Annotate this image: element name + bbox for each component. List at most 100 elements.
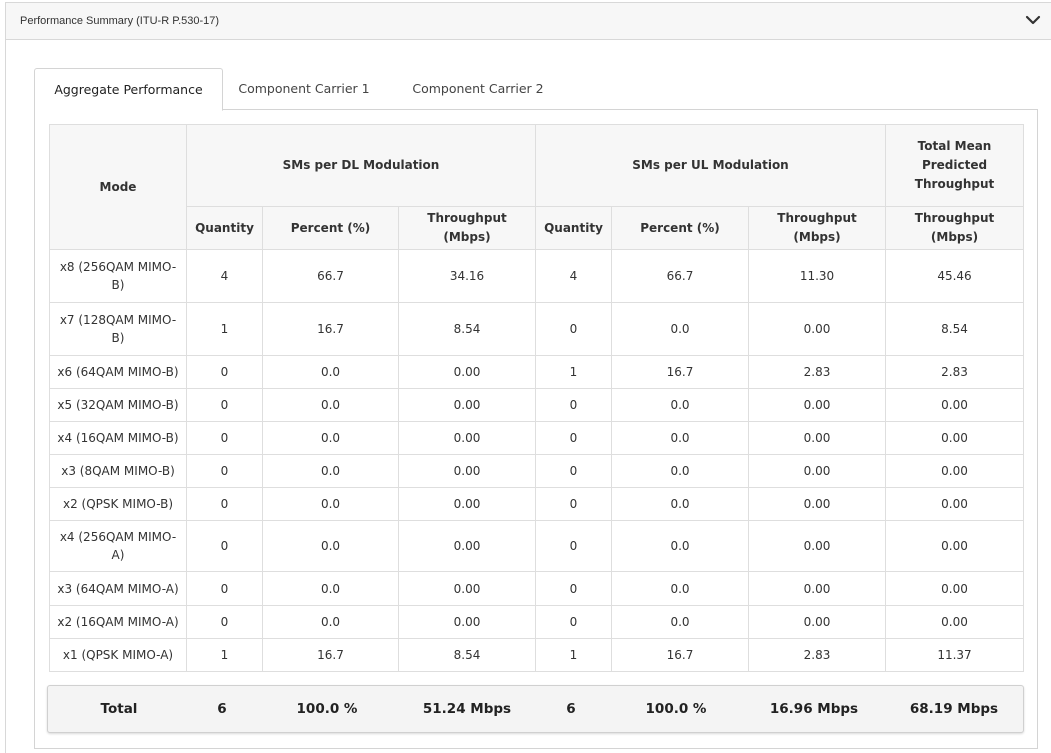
cell-ul-quantity: 0 xyxy=(535,487,612,521)
cell-dl-quantity: 0 xyxy=(186,487,263,521)
cell-dl-percent: 16.7 xyxy=(262,302,399,356)
tab-component-carrier-1[interactable]: Component Carrier 1 xyxy=(226,68,382,110)
cell-dl-throughput: 0.00 xyxy=(398,571,536,606)
cell-total-throughput: 0.00 xyxy=(885,454,1025,488)
totals-label: Total xyxy=(100,701,138,717)
cell-mode: x5 (32QAM MIMO-B) xyxy=(49,388,187,422)
chevron-down-icon[interactable] xyxy=(1025,14,1041,26)
cell-mode: x4 (16QAM MIMO-B) xyxy=(49,421,187,455)
cell-dl-percent: 66.7 xyxy=(262,249,399,303)
cell-ul-quantity: 0 xyxy=(535,605,612,639)
cell-ul-throughput: 2.83 xyxy=(747,355,887,389)
cell-dl-throughput: 0.00 xyxy=(398,421,536,455)
cell-ul-throughput: 0.00 xyxy=(747,388,887,422)
cell-dl-quantity: 0 xyxy=(186,520,263,572)
table-row: x5 (32QAM MIMO-B) 0 0.0 0.00 0 0.0 0.00 … xyxy=(49,388,1025,422)
cell-dl-throughput: 0.00 xyxy=(398,605,536,639)
cell-dl-throughput: 34.16 xyxy=(398,249,536,303)
cell-mode: x3 (64QAM MIMO-A) xyxy=(49,571,187,606)
cell-dl-percent: 0.0 xyxy=(262,605,399,639)
cell-dl-percent: 16.7 xyxy=(262,638,399,672)
cell-dl-quantity: 1 xyxy=(186,302,263,356)
cell-dl-throughput: 8.54 xyxy=(398,302,536,356)
table-row: x2 (QPSK MIMO-B) 0 0.0 0.00 0 0.0 0.00 0… xyxy=(49,487,1025,521)
cell-ul-quantity: 0 xyxy=(535,454,612,488)
cell-mode: x7 (128QAM MIMO-B) xyxy=(49,302,187,356)
totals-dl-quantity: 6 xyxy=(217,701,227,717)
cell-mode: x4 (256QAM MIMO-A) xyxy=(49,520,187,572)
totals-dl-percent: 100.0 % xyxy=(296,701,358,717)
header-ul-throughput: Throughput (Mbps) xyxy=(747,206,887,250)
table-row: x7 (128QAM MIMO-B) 1 16.7 8.54 0 0.0 0.0… xyxy=(49,302,1025,356)
cell-ul-percent: 0.0 xyxy=(611,487,749,521)
cell-total-throughput: 11.37 xyxy=(885,638,1025,672)
performance-table: Mode SMs per DL Modulation SMs per UL Mo… xyxy=(49,124,1025,672)
cell-total-throughput: 0.00 xyxy=(885,388,1025,422)
cell-dl-throughput: 0.00 xyxy=(398,487,536,521)
cell-dl-quantity: 0 xyxy=(186,571,263,606)
cell-ul-quantity: 1 xyxy=(535,638,612,672)
cell-ul-throughput: 0.00 xyxy=(747,571,887,606)
totals-total-throughput: 68.19 Mbps xyxy=(909,701,999,717)
cell-ul-quantity: 0 xyxy=(535,421,612,455)
table-row: x1 (QPSK MIMO-A) 1 16.7 8.54 1 16.7 2.83… xyxy=(49,638,1025,672)
cell-ul-percent: 0.0 xyxy=(611,520,749,572)
cell-total-throughput: 0.00 xyxy=(885,520,1025,572)
cell-dl-throughput: 0.00 xyxy=(398,520,536,572)
header-dl-throughput: Throughput (Mbps) xyxy=(398,206,536,250)
cell-mode: x6 (64QAM MIMO-B) xyxy=(49,355,187,389)
cell-ul-throughput: 0.00 xyxy=(747,454,887,488)
header-dl-group: SMs per DL Modulation xyxy=(186,124,536,207)
totals-bar: Total 6 100.0 % 51.24 Mbps 6 100.0 % 16.… xyxy=(47,685,1024,733)
header-dl-quantity: Quantity xyxy=(186,206,263,250)
table-row: x8 (256QAM MIMO-B) 4 66.7 34.16 4 66.7 1… xyxy=(49,249,1025,303)
cell-ul-throughput: 11.30 xyxy=(747,249,887,303)
cell-dl-percent: 0.0 xyxy=(262,355,399,389)
cell-ul-throughput: 0.00 xyxy=(747,421,887,455)
cell-ul-quantity: 0 xyxy=(535,571,612,606)
cell-dl-percent: 0.0 xyxy=(262,487,399,521)
header-ul-percent: Percent (%) xyxy=(611,206,749,250)
tab-component-carrier-2[interactable]: Component Carrier 2 xyxy=(400,68,556,110)
cell-mode: x2 (16QAM MIMO-A) xyxy=(49,605,187,639)
cell-total-throughput: 2.83 xyxy=(885,355,1025,389)
cell-ul-percent: 0.0 xyxy=(611,421,749,455)
cell-total-throughput: 0.00 xyxy=(885,571,1025,606)
table-row: x4 (256QAM MIMO-A) 0 0.0 0.00 0 0.0 0.00… xyxy=(49,520,1025,572)
header-total-group: Total Mean Predicted Throughput xyxy=(885,124,1025,207)
totals-ul-quantity: 6 xyxy=(566,701,576,717)
cell-dl-quantity: 0 xyxy=(186,605,263,639)
cell-dl-quantity: 0 xyxy=(186,355,263,389)
cell-dl-throughput: 0.00 xyxy=(398,388,536,422)
cell-mode: x8 (256QAM MIMO-B) xyxy=(49,249,187,303)
cell-ul-percent: 0.0 xyxy=(611,454,749,488)
header-ul-group: SMs per UL Modulation xyxy=(534,124,887,207)
cell-ul-quantity: 0 xyxy=(535,388,612,422)
tab-aggregate-performance[interactable]: Aggregate Performance xyxy=(34,68,223,111)
cell-total-throughput: 0.00 xyxy=(885,421,1025,455)
cell-mode: x3 (8QAM MIMO-B) xyxy=(49,454,187,488)
cell-ul-percent: 0.0 xyxy=(611,605,749,639)
cell-ul-percent: 0.0 xyxy=(611,302,749,356)
cell-total-throughput: 45.46 xyxy=(885,249,1025,303)
panel-header[interactable]: Performance Summary (ITU-R P.530-17) xyxy=(5,2,1051,40)
header-total-throughput: Throughput (Mbps) xyxy=(885,206,1025,250)
cell-ul-quantity: 4 xyxy=(535,249,612,303)
cell-mode: x2 (QPSK MIMO-B) xyxy=(49,487,187,521)
table-row: x6 (64QAM MIMO-B) 0 0.0 0.00 1 16.7 2.83… xyxy=(49,355,1025,389)
cell-ul-quantity: 0 xyxy=(535,520,612,572)
cell-dl-percent: 0.0 xyxy=(262,421,399,455)
header-dl-percent: Percent (%) xyxy=(262,206,399,250)
cell-ul-throughput: 0.00 xyxy=(747,302,887,356)
cell-dl-quantity: 1 xyxy=(186,638,263,672)
totals-ul-throughput: 16.96 Mbps xyxy=(769,701,859,717)
cell-dl-throughput: 0.00 xyxy=(398,454,536,488)
cell-total-throughput: 0.00 xyxy=(885,487,1025,521)
header-mode: Mode xyxy=(49,124,187,250)
tab-bar: Aggregate Performance Component Carrier … xyxy=(34,68,1038,111)
cell-dl-quantity: 0 xyxy=(186,421,263,455)
cell-dl-quantity: 0 xyxy=(186,388,263,422)
cell-dl-percent: 0.0 xyxy=(262,571,399,606)
table-row: x3 (64QAM MIMO-A) 0 0.0 0.00 0 0.0 0.00 … xyxy=(49,571,1025,606)
cell-ul-throughput: 0.00 xyxy=(747,487,887,521)
